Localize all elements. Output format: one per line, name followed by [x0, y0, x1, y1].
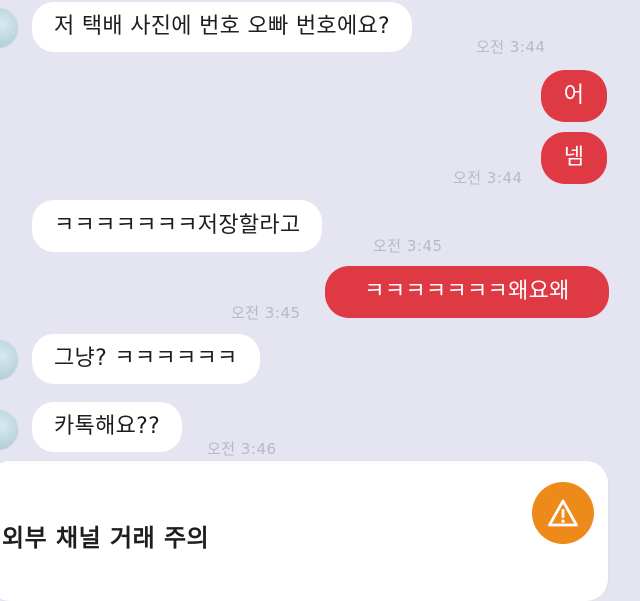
- message-timestamp: 오전 3:44: [476, 38, 546, 56]
- message-timestamp: 오전 3:45: [231, 304, 301, 322]
- message-text: 어: [563, 83, 585, 108]
- incoming-message-bubble[interactable]: 카톡해요??: [32, 402, 183, 452]
- incoming-message-bubble[interactable]: 저 택배 사진에 번호 오빠 번호에요?: [32, 2, 413, 52]
- message-text: ㅋㅋㅋㅋㅋㅋㅋ저장할라고: [54, 213, 301, 238]
- outgoing-message-bubble[interactable]: 어: [541, 70, 607, 122]
- avatar[interactable]: [0, 8, 18, 48]
- avatar[interactable]: [0, 410, 18, 450]
- outgoing-message-bubble[interactable]: ㅋㅋㅋㅋㅋㅋㅋ왜요왜: [325, 266, 609, 318]
- incoming-message-bubble[interactable]: 그냥? ㅋㅋㅋㅋㅋㅋ: [32, 334, 260, 384]
- message-text: 넴: [563, 145, 585, 170]
- message-timestamp: 오전 3:45: [373, 237, 443, 255]
- message-timestamp: 오전 3:44: [453, 169, 523, 187]
- warning-icon: [548, 499, 578, 527]
- warning-button[interactable]: [532, 482, 594, 544]
- chat-area[interactable]: 저 택배 사진에 번호 오빠 번호에요? 오전 3:44 어 넴 오전 3:44…: [0, 0, 640, 601]
- message-timestamp: 오전 3:46: [207, 440, 277, 458]
- notice-title: 외부 채널 거래 주의: [2, 524, 210, 552]
- message-text: 그냥? ㅋㅋㅋㅋㅋㅋ: [54, 346, 238, 371]
- message-text: 저 택배 사진에 번호 오빠 번호에요?: [54, 14, 391, 39]
- message-text: 카톡해요??: [54, 414, 161, 439]
- incoming-message-bubble[interactable]: ㅋㅋㅋㅋㅋㅋㅋ저장할라고: [32, 200, 323, 252]
- message-text: ㅋㅋㅋㅋㅋㅋㅋ왜요왜: [364, 279, 570, 304]
- outgoing-message-bubble[interactable]: 넴: [541, 132, 607, 184]
- avatar[interactable]: [0, 340, 18, 380]
